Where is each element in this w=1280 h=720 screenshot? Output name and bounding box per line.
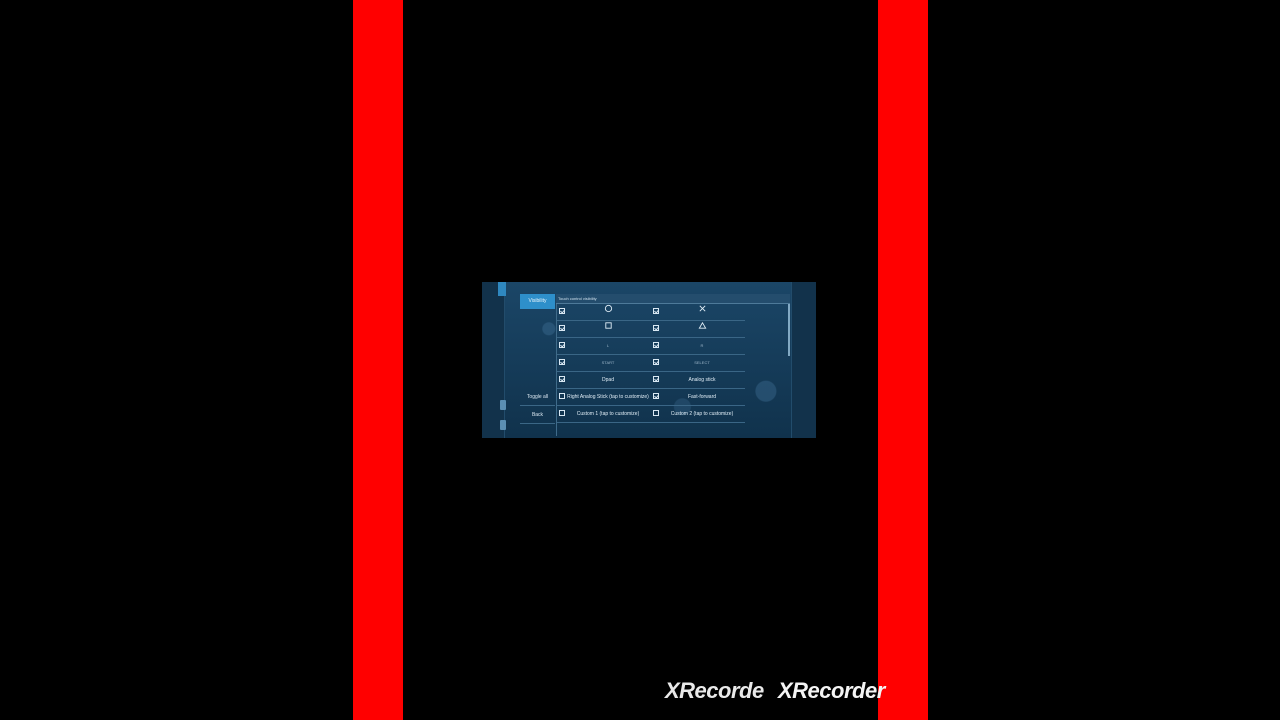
option-label: Custom 1 (tap to customize)	[576, 411, 640, 417]
option-label: R	[700, 343, 704, 348]
cross-icon	[661, 304, 743, 320]
right-edge-strip	[791, 282, 816, 438]
left-red-bar	[353, 0, 403, 720]
circle-icon	[567, 304, 649, 320]
option-row	[557, 321, 745, 338]
option-row: START SELECT	[557, 355, 745, 372]
visibility-checkbox[interactable]	[653, 308, 659, 314]
option-label: Analog stick	[688, 377, 716, 383]
option-label: Custom 2 (tap to customize)	[670, 411, 734, 417]
left-edge-strip	[482, 282, 506, 438]
option-cell[interactable]: L	[557, 338, 651, 354]
option-row: LR	[557, 338, 745, 355]
option-cell[interactable]: R	[651, 338, 745, 354]
edge-button[interactable]	[500, 400, 506, 410]
option-cell[interactable]: SELECT	[651, 355, 745, 371]
visibility-checkbox[interactable]	[559, 393, 565, 399]
visibility-checkbox[interactable]	[559, 325, 565, 331]
option-cell[interactable]	[557, 321, 651, 337]
option-label: START	[601, 360, 615, 365]
visibility-checkbox[interactable]	[653, 359, 659, 365]
square-icon	[567, 321, 649, 337]
option-row: Dpad Analog stick	[557, 372, 745, 389]
emulator-screen: Visibility Toggle all Back Touch control…	[482, 282, 816, 438]
visibility-checkbox[interactable]	[653, 393, 659, 399]
edge-button[interactable]	[500, 420, 506, 430]
option-row	[557, 304, 745, 321]
visibility-checkbox[interactable]	[559, 359, 565, 365]
option-label: Dpad	[602, 377, 614, 383]
option-cell[interactable]	[651, 321, 745, 337]
visibility-checkbox[interactable]	[653, 325, 659, 331]
option-label: Right Analog Stick (tap to customize)	[567, 394, 649, 400]
option-cell[interactable]	[651, 304, 745, 320]
watermark-text-overlay: XRecorder	[778, 678, 885, 703]
visibility-checkbox[interactable]	[559, 376, 565, 382]
option-label: Fast-forward	[687, 394, 717, 400]
watermark-text: XRecorde	[665, 678, 764, 703]
right-red-bar	[878, 0, 928, 720]
option-cell[interactable]	[557, 304, 651, 320]
panel-title: Touch control visibility	[556, 294, 790, 304]
option-cell[interactable]: Custom 1 (tap to customize)	[557, 406, 651, 422]
option-cell[interactable]: START	[557, 355, 651, 371]
visibility-checkbox[interactable]	[559, 308, 565, 314]
edge-tab[interactable]	[498, 282, 506, 296]
visibility-checkbox[interactable]	[653, 342, 659, 348]
toggle-all-button[interactable]: Toggle all	[520, 390, 555, 406]
option-label: L	[606, 343, 610, 348]
triangle-icon	[661, 321, 743, 337]
option-cell[interactable]: Analog stick	[651, 372, 745, 388]
visibility-checkbox[interactable]	[653, 376, 659, 382]
back-button[interactable]: Back	[520, 408, 555, 424]
option-cell[interactable]: Custom 2 (tap to customize)	[651, 406, 745, 422]
xrecorder-watermark: XRecorde XRecorder	[665, 678, 885, 704]
tab-visibility[interactable]: Visibility	[520, 294, 555, 309]
option-cell[interactable]: Right Analog Stick (tap to customize)	[557, 389, 651, 405]
option-row: Right Analog Stick (tap to customize) Fas…	[557, 389, 745, 406]
option-cell[interactable]: Fast-forward	[651, 389, 745, 405]
visibility-checkbox[interactable]	[559, 342, 565, 348]
option-label: SELECT	[694, 360, 710, 365]
option-cell[interactable]: Dpad	[557, 372, 651, 388]
option-row: Custom 1 (tap to customize) Custom 2 (tap…	[557, 406, 745, 423]
visibility-checkbox[interactable]	[559, 410, 565, 416]
visibility-grid: L R START SELECT Dpad Analog stick Right Analo…	[556, 304, 745, 436]
visibility-checkbox[interactable]	[653, 410, 659, 416]
